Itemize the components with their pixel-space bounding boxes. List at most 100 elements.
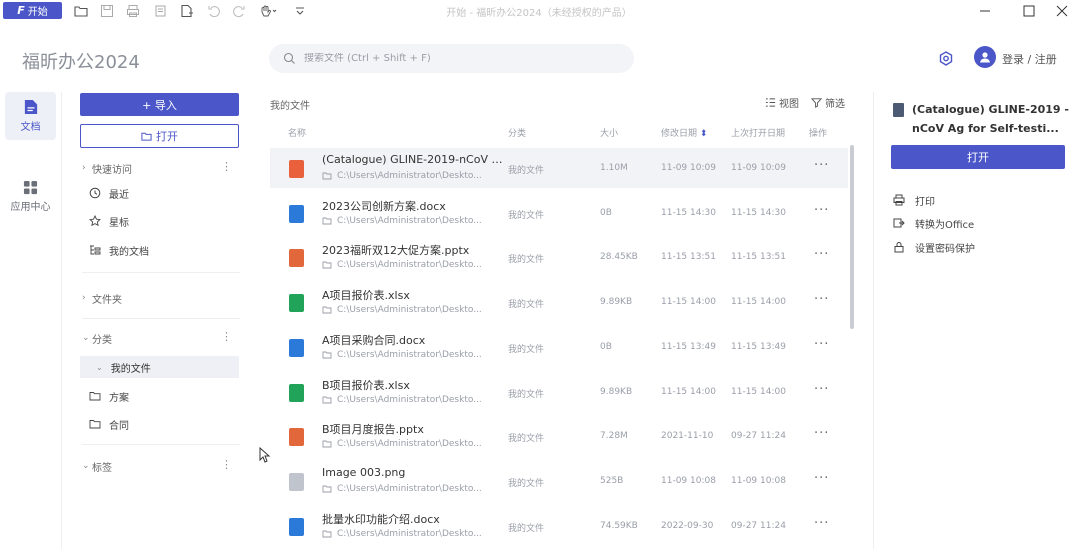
file-name[interactable]: 2023公司创新方案.docx [322,198,446,214]
open-button[interactable]: 打开 [80,124,239,148]
table-row[interactable]: A项目采购合同.docx C:\Users\Administrator\Deskt… [270,327,848,367]
rail-item-documents[interactable]: 文档 [5,92,56,140]
file-name[interactable]: 批量水印功能介绍.docx [322,511,440,527]
redo-icon[interactable] [231,3,247,19]
more-actions-icon[interactable]: ··· [814,471,829,486]
column-header-modified[interactable]: 修改日期 ⬍ [661,126,707,139]
divider [82,444,240,445]
section-label: 分类 [92,334,112,346]
user-icon [980,52,990,63]
file-path: C:\Users\Administrator\Deskto... [322,529,482,539]
section-tags[interactable]: ⌄ 标签 ⋮ [82,456,240,476]
sidebar-item-my-files[interactable]: ⌄ 我的文件 [80,356,239,378]
new-document-icon[interactable] [179,3,195,19]
password-protect-action[interactable]: 设置密码保护 [893,238,975,256]
save-icon[interactable] [99,3,115,19]
more-actions-icon[interactable]: ··· [814,426,829,441]
view-button[interactable]: 视图 [765,95,799,110]
rail-item-app-center[interactable]: 应用中心 [5,172,56,220]
more-actions-icon[interactable]: ··· [814,203,829,218]
section-category[interactable]: ⌄ 分类 ⋮ [82,328,240,348]
undo-icon[interactable] [206,3,222,19]
sidebar-item-label: 最近 [109,189,129,201]
more-icon[interactable]: ⋮ [221,330,232,343]
lock-icon [894,242,904,253]
png-file-icon [289,472,304,491]
save-as-icon[interactable] [153,3,169,19]
file-name[interactable]: Image 003.png [322,466,405,479]
more-icon[interactable]: ⋮ [221,160,232,173]
file-path: C:\Users\Administrator\Deskto... [322,350,482,360]
file-category: 我的文件 [508,389,545,400]
minimize-icon[interactable] [976,2,994,20]
file-category: 我的文件 [508,166,545,176]
column-header-category[interactable]: 分类 [508,126,526,139]
table-row[interactable]: B项目报价表.xlsx C:\Users\Administrator\Deskto… [270,372,848,412]
print-action[interactable]: 打印 [893,191,935,209]
hand-tool-icon[interactable] [257,3,279,19]
search-box[interactable] [269,44,634,73]
file-path-text: C:\Users\Administrator\Deskto... [337,439,482,450]
xlsx-file-icon [289,383,304,402]
rail-label: 文档 [20,122,41,133]
section-quick-access[interactable]: › 快速访问 ⋮ [82,158,240,178]
file-path: C:\Users\Administrator\Deskto... [322,439,482,449]
file-name[interactable]: A项目采购合同.docx [322,332,425,348]
more-actions-icon[interactable]: ··· [814,292,829,307]
detail-title: (Catalogue) GLINE-2019 -nCoV Ag for Self… [912,103,1069,135]
settings-icon[interactable] [937,50,955,68]
table-row[interactable]: 2023福昕双12大促方案.pptx C:\Users\Administrator… [270,237,848,277]
column-header-opened[interactable]: 上次打开日期 [731,126,785,139]
column-header-name[interactable]: 名称 [288,126,306,139]
chevron-right-icon: › [82,293,86,303]
sidebar-item-label: 我的文件 [110,363,151,375]
table-row[interactable]: 2023公司创新方案.docx C:\Users\Administrator\De… [270,193,848,233]
table-row[interactable]: (Catalogue) GLINE-2019-nCoV A... C:\Users… [270,148,848,188]
table-row[interactable]: A项目报价表.xlsx C:\Users\Administrator\Deskto… [270,282,848,322]
filter-button[interactable]: 筛选 [811,95,845,110]
sidebar-item-scheme[interactable]: 方案 [89,385,239,407]
more-actions-icon[interactable]: ··· [814,382,829,397]
sidebar-item-my-docs[interactable]: 我的文档 [89,239,239,261]
convert-office-action[interactable]: 转换为Office [893,214,974,232]
file-name[interactable]: B项目月度报告.pptx [322,421,424,437]
sidebar-item-contract[interactable]: 合同 [89,413,239,435]
more-actions-icon[interactable]: ··· [814,158,829,173]
folder-tree-icon [90,245,101,255]
table-row[interactable]: B项目月度报告.pptx C:\Users\Administrator\Deskt… [270,416,848,456]
close-icon[interactable] [1053,2,1071,20]
more-actions-icon[interactable]: ··· [814,516,829,531]
import-button[interactable]: + 导入 [80,93,239,116]
file-modified: 11-15 13:51 [661,252,716,263]
file-name[interactable]: A项目报价表.xlsx [322,287,410,303]
more-icon[interactable]: ⋮ [221,458,232,471]
file-name[interactable]: 2023福昕双12大促方案.pptx [322,242,469,258]
customize-toolbar-icon[interactable] [292,3,308,19]
start-button[interactable]: F 开始 [3,2,62,19]
detail-open-button[interactable]: 打开 [891,145,1065,169]
sort-desc-icon: ⬍ [699,129,708,139]
avatar[interactable] [974,46,996,68]
file-name[interactable]: (Catalogue) GLINE-2019-nCoV A... [322,153,504,166]
more-actions-icon[interactable]: ··· [814,337,829,352]
chevron-right-icon: › [82,163,86,173]
login-link[interactable]: 登录 / 注册 [1002,51,1057,67]
file-category: 我的文件 [508,300,545,311]
file-name[interactable]: B项目报价表.xlsx [322,377,410,393]
section-folders[interactable]: › 文件夹 [82,288,240,308]
sidebar-item-recent[interactable]: 最近 [89,182,239,204]
more-actions-icon[interactable]: ··· [814,247,829,262]
maximize-icon[interactable] [1020,2,1038,20]
docx-file-icon [289,517,304,536]
open-folder-icon[interactable] [73,3,89,19]
search-input[interactable] [304,53,604,64]
pptx-file-icon [289,249,304,268]
print-icon[interactable] [125,3,141,19]
scrollbar[interactable] [850,145,854,329]
table-row[interactable]: 批量水印功能介绍.docx C:\Users\Administrator\Desk… [270,506,848,546]
column-header-size[interactable]: 大小 [600,126,618,139]
sidebar-item-starred[interactable]: 星标 [89,210,239,232]
table-row[interactable]: Image 003.png C:\Users\Administrator\Desk… [270,461,848,501]
filter-label: 筛选 [825,99,845,110]
file-opened: 11-15 13:51 [731,252,786,263]
